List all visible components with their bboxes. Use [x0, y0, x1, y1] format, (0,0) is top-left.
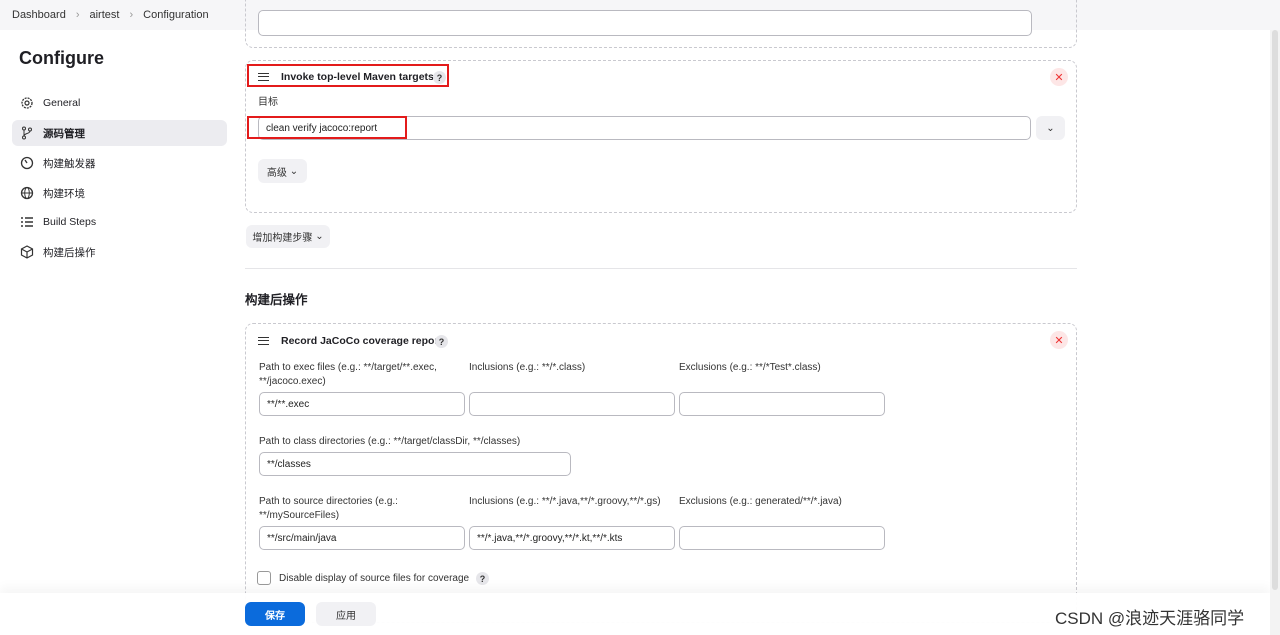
drag-handle-icon[interactable] [258, 73, 269, 81]
watermark: CSDN @浪迹天涯骆同学 [1055, 609, 1245, 628]
source-dir-label: Path to source directories (e.g.: **/myS… [259, 496, 398, 521]
sidebar-item-triggers[interactable]: 构建触发器 [12, 150, 227, 176]
maven-step-title: Invoke top-level Maven targets [281, 71, 434, 83]
scrollbar[interactable] [1270, 30, 1280, 635]
package-icon [20, 245, 34, 259]
previous-step-card [245, 0, 1077, 48]
delete-step-button[interactable]: ✕ [1050, 331, 1068, 349]
list-icon [21, 217, 33, 227]
gear-icon [21, 97, 33, 109]
inclusions-label: Inclusions (e.g.: **/*.class) [469, 362, 586, 373]
expand-goal-button[interactable]: ⌄ [1036, 116, 1065, 140]
inclusions-input[interactable] [469, 392, 675, 416]
source-inclusions-input[interactable]: **/*.java,**/*.groovy,**/*.kt,**/*.kts [469, 526, 675, 550]
breadcrumb-dashboard[interactable]: Dashboard [12, 9, 66, 21]
chevron-down-icon: ⌄ [289, 165, 299, 177]
exclusions-input[interactable] [679, 392, 885, 416]
sidebar-item-build-steps[interactable]: Build Steps [12, 209, 227, 235]
previous-step-input[interactable] [258, 10, 1032, 36]
chevron-down-icon: ⌄ [315, 231, 324, 242]
goal-label: 目标 [258, 97, 278, 108]
source-exclusions-input[interactable] [679, 526, 885, 550]
sidebar-item-general[interactable]: General [12, 90, 227, 116]
source-exclusions-label: Exclusions (e.g.: generated/**/*.java) [679, 496, 842, 507]
exclusions-label: Exclusions (e.g.: **/*Test*.class) [679, 362, 821, 373]
exec-label: Path to exec files (e.g.: **/target/**.e… [259, 362, 437, 387]
class-dir-label: Path to class directories (e.g.: **/targ… [259, 436, 521, 447]
drag-handle-icon[interactable] [258, 337, 269, 345]
page-title: Configure [19, 48, 104, 68]
sidebar-item-scm[interactable]: 源码管理 [12, 120, 227, 146]
help-icon[interactable]: ? [433, 71, 446, 84]
post-build-heading: 构建后操作 [245, 293, 308, 307]
source-inclusions-label: Inclusions (e.g.: **/*.java,**/*.groovy,… [469, 496, 661, 507]
breadcrumb-job[interactable]: airtest [90, 9, 120, 21]
chevron-down-icon: ⌄ [1046, 122, 1055, 134]
save-button[interactable]: 保存 [245, 602, 305, 626]
class-dir-input[interactable]: **/classes [259, 452, 571, 476]
apply-button[interactable]: 应用 [316, 602, 376, 626]
breadcrumb-configuration[interactable]: Configuration [143, 9, 208, 21]
disable-source-label: Disable display of source files for cove… [279, 573, 470, 584]
timer-icon [20, 156, 34, 170]
exec-input[interactable]: **/**.exec [259, 392, 465, 416]
add-build-step-button[interactable]: 增加构建步骤 ⌄ [246, 225, 330, 248]
sidebar-item-environment[interactable]: 构建环境 [12, 180, 227, 206]
sidebar-item-post-build[interactable]: 构建后操作 [12, 239, 227, 265]
delete-step-button[interactable]: ✕ [1050, 68, 1068, 86]
branch-icon [22, 126, 32, 140]
help-icon[interactable]: ? [476, 572, 489, 585]
section-divider [245, 268, 1077, 269]
advanced-button[interactable]: 高级 ⌄ [258, 159, 307, 183]
chevron-right-icon: › [75, 9, 80, 21]
jacoco-step-title: Record JaCoCo coverage report [281, 335, 443, 347]
disable-source-checkbox[interactable] [257, 571, 271, 585]
globe-icon [20, 186, 34, 200]
source-dir-input[interactable]: **/src/main/java [259, 526, 465, 550]
chevron-right-icon: › [129, 9, 134, 21]
highlight-box [247, 116, 407, 139]
help-icon[interactable]: ? [435, 335, 448, 348]
